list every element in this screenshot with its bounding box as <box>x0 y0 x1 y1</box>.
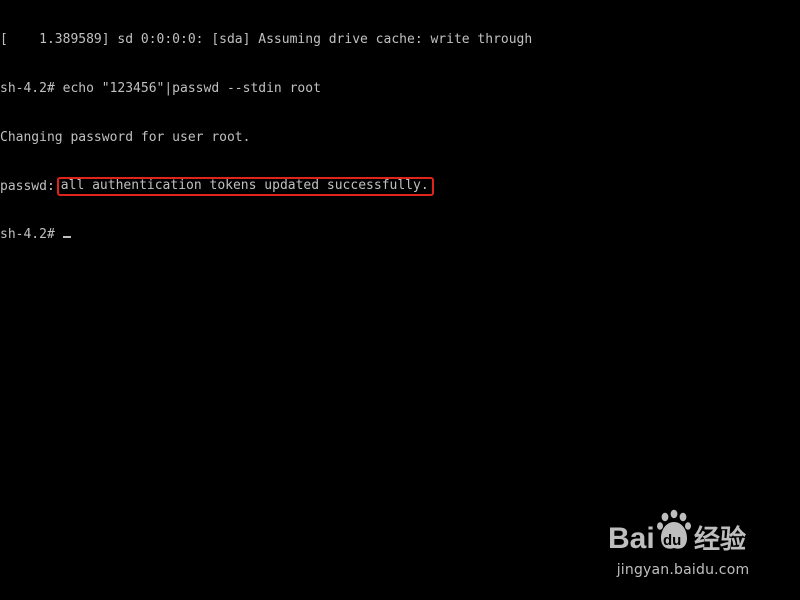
baidu-jingyan-watermark: Bai du 经验 jingyan.baidu.com <box>608 508 758 584</box>
success-highlight-box: all authentication tokens updated succes… <box>56 177 434 197</box>
kernel-message-text: [ 1.389589] sd 0:0:0:0: [sda] Assuming d… <box>0 32 533 48</box>
watermark-url: jingyan.baidu.com <box>616 562 750 578</box>
passwd-result-line: passwd: all authentication tokens updated… <box>0 177 800 197</box>
changing-password-text: Changing password for user root. <box>0 129 251 145</box>
passwd-result-text: all authentication tokens updated succes… <box>60 178 429 194</box>
changing-password-line: Changing password for user root. <box>0 130 800 146</box>
console-screen: [ 1.389589] sd 0:0:0:0: [sda] Assuming d… <box>0 0 800 600</box>
logo-text-bai: Bai <box>608 522 655 555</box>
baidu-logo-icon: Bai du 经验 <box>608 509 746 555</box>
passwd-prefix: passwd: <box>0 179 55 195</box>
prompt-line[interactable]: sh-4.2# <box>0 227 800 243</box>
kernel-message-line: [ 1.389589] sd 0:0:0:0: [sda] Assuming d… <box>0 32 800 48</box>
command-line: sh-4.2# echo "123456"|passwd --stdin roo… <box>0 81 800 97</box>
shell-prompt: sh-4.2# <box>0 226 55 242</box>
terminal-output[interactable]: [ 1.389589] sd 0:0:0:0: [sda] Assuming d… <box>0 0 800 275</box>
logo-text-du: du <box>663 532 681 549</box>
command-text: sh-4.2# echo "123456"|passwd --stdin roo… <box>0 81 321 96</box>
logo-text-jingyan: 经验 <box>694 524 746 555</box>
text-cursor <box>62 235 71 238</box>
